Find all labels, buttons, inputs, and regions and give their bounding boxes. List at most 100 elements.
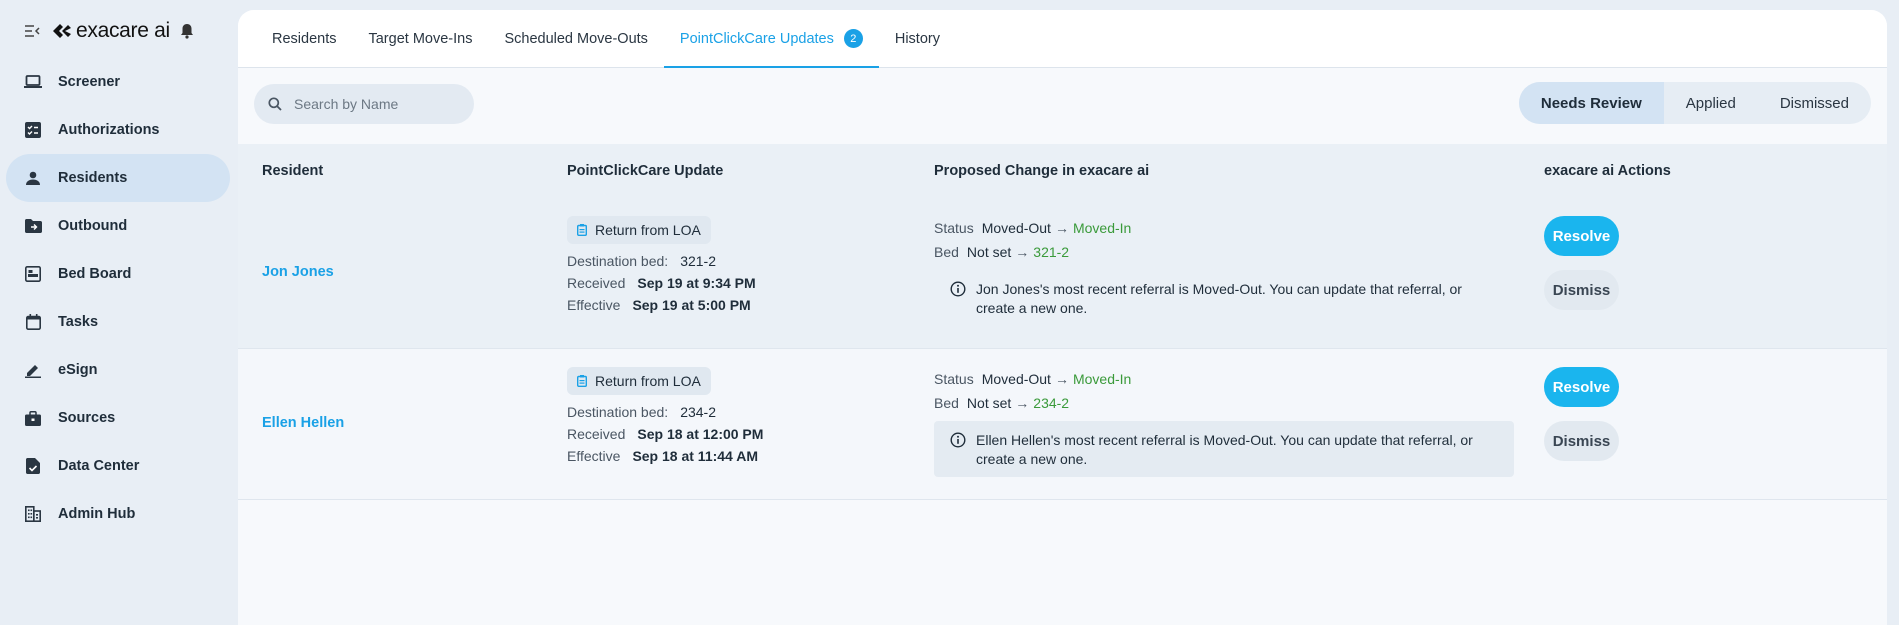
info-icon: [950, 432, 966, 469]
actions-cell: Resolve Dismiss: [1544, 367, 1619, 461]
effective-value: Sep 18 at 11:44 AM: [632, 448, 758, 464]
status-label: Status: [934, 371, 974, 387]
sidebar-item-esign[interactable]: eSign: [6, 346, 230, 394]
table-header: Resident PointClickCare Update Proposed …: [238, 144, 1887, 198]
bed-to: 321-2: [1033, 244, 1070, 260]
destination-bed-label: Destination bed:: [567, 253, 669, 269]
tab-label: PointClickCare Updates: [679, 30, 834, 47]
sidebar-item-label: Bed Board: [58, 266, 132, 282]
document-check-icon: [24, 457, 42, 475]
checklist-icon: [24, 121, 42, 139]
arrow-right-icon: →: [1054, 220, 1069, 236]
sidebar-item-screener[interactable]: Screener: [6, 58, 230, 106]
exacare-logo-icon: [53, 24, 71, 38]
resolve-button[interactable]: Resolve: [1544, 216, 1619, 256]
tab-scheduled-move-outs[interactable]: Scheduled Move-Outs: [488, 10, 663, 67]
referral-note: Ellen Hellen's most recent referral is M…: [934, 421, 1514, 477]
person-icon: [24, 169, 42, 187]
sidebar: exacare ai Screener Authorizations Resid…: [0, 0, 238, 625]
brand-bar: exacare ai: [24, 18, 194, 44]
received-value: Sep 18 at 12:00 PM: [637, 426, 764, 442]
bed-tag-icon: [577, 224, 587, 236]
destination-bed-label: Destination bed:: [567, 404, 669, 420]
tab-residents[interactable]: Residents: [256, 10, 352, 67]
tab-label: Residents: [272, 30, 337, 47]
sidebar-nav: Screener Authorizations Residents Outbou…: [6, 58, 230, 538]
sidebar-item-outbound[interactable]: Outbound: [6, 202, 230, 250]
arrow-right-icon: →: [1054, 371, 1069, 387]
bed-to: 234-2: [1033, 395, 1070, 411]
dismiss-button[interactable]: Dismiss: [1544, 270, 1619, 310]
proposed-change-cell: Status Moved-Out → Moved-In Bed Not set → 321-…: [934, 216, 1514, 326]
status-from: Moved-Out: [981, 371, 1051, 387]
sidebar-item-sources[interactable]: Sources: [6, 394, 230, 442]
received-label: Received: [567, 426, 626, 442]
sidebar-item-data-center[interactable]: Data Center: [6, 442, 230, 490]
sidebar-item-admin-hub[interactable]: Admin Hub: [6, 490, 230, 538]
proposed-change-cell: Status Moved-Out → Moved-In Bed Not set → 234-…: [934, 367, 1514, 477]
tab-label: Target Move-Ins: [368, 30, 473, 47]
brand-logo: exacare ai: [52, 19, 170, 43]
bed-board-icon: [24, 265, 42, 283]
filter-needs-review[interactable]: Needs Review: [1518, 82, 1664, 124]
sidebar-item-label: Outbound: [58, 218, 128, 234]
resident-name-link[interactable]: Ellen Hellen: [262, 415, 344, 431]
received-value: Sep 19 at 9:34 PM: [637, 275, 756, 291]
menu-collapse-icon[interactable]: [24, 22, 42, 40]
bed-tag-icon: [577, 375, 587, 387]
effective-label: Effective: [567, 297, 621, 313]
resolve-button[interactable]: Resolve: [1544, 367, 1619, 407]
bed-label: Bed: [934, 395, 959, 411]
sidebar-item-residents[interactable]: Residents: [6, 154, 230, 202]
sidebar-item-tasks[interactable]: Tasks: [6, 298, 230, 346]
destination-bed-value: 234-2: [680, 404, 716, 420]
building-icon: [24, 505, 42, 523]
brand-name: exacare ai: [76, 19, 170, 42]
tab-target-move-ins[interactable]: Target Move-Ins: [352, 10, 488, 67]
arrow-right-icon: →: [1015, 395, 1030, 411]
column-header-resident: Resident: [262, 163, 324, 179]
filter-applied[interactable]: Applied: [1664, 82, 1758, 124]
calendar-icon: [24, 313, 42, 331]
sidebar-item-label: Screener: [58, 74, 121, 90]
sidebar-item-label: Authorizations: [58, 122, 160, 138]
search-box[interactable]: [254, 84, 474, 124]
status-label: Status: [934, 220, 974, 236]
sidebar-item-label: Admin Hub: [58, 506, 136, 522]
bed-from: Not set: [966, 244, 1012, 260]
effective-label: Effective: [567, 448, 621, 464]
bell-icon[interactable]: [180, 23, 194, 39]
sidebar-item-label: Data Center: [58, 458, 140, 474]
sidebar-item-label: Tasks: [58, 314, 99, 330]
event-chip: Return from LOA: [567, 216, 711, 244]
tab-label: Scheduled Move-Outs: [504, 30, 648, 47]
tab-pointclickcare-updates[interactable]: PointClickCare Updates 2: [663, 10, 879, 68]
tab-history[interactable]: History: [879, 10, 956, 67]
note-text: Jon Jones's most recent referral is Move…: [976, 281, 1462, 316]
count-badge: 2: [843, 29, 863, 48]
received-label: Received: [567, 275, 626, 291]
bed-label: Bed: [934, 244, 959, 260]
info-icon: [950, 281, 966, 318]
pen-icon: [24, 361, 42, 379]
search-input[interactable]: [294, 96, 444, 112]
event-label: Return from LOA: [595, 373, 701, 389]
folder-arrow-icon: [24, 217, 42, 235]
destination-bed-value: 321-2: [680, 253, 716, 269]
filter-dismissed[interactable]: Dismissed: [1758, 82, 1871, 124]
tab-bar: Residents Target Move-Ins Scheduled Move…: [238, 10, 1887, 68]
sidebar-item-bed-board[interactable]: Bed Board: [6, 250, 230, 298]
arrow-right-icon: →: [1015, 244, 1030, 260]
sidebar-item-label: Residents: [58, 170, 128, 186]
event-chip: Return from LOA: [567, 367, 711, 395]
resident-name-link[interactable]: Jon Jones: [262, 264, 334, 280]
column-header-update: PointClickCare Update: [567, 163, 724, 179]
sidebar-item-authorizations[interactable]: Authorizations: [6, 106, 230, 154]
dismiss-button[interactable]: Dismiss: [1544, 421, 1619, 461]
sidebar-item-label: Sources: [58, 410, 116, 426]
actions-cell: Resolve Dismiss: [1544, 216, 1619, 310]
status-to: Moved-In: [1072, 220, 1132, 236]
sidebar-item-label: eSign: [58, 362, 98, 378]
effective-value: Sep 19 at 5:00 PM: [632, 297, 751, 313]
main-panel: Residents Target Move-Ins Scheduled Move…: [238, 10, 1887, 625]
